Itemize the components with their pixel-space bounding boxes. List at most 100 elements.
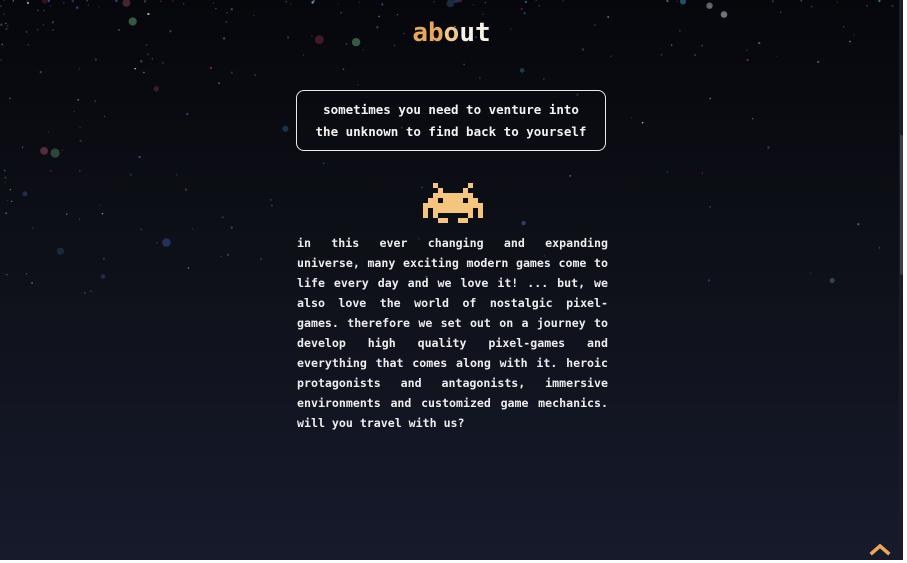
star <box>701 172 703 174</box>
scrollbar-thumb[interactable] <box>900 135 903 275</box>
star <box>115 0 118 2</box>
star <box>4 169 6 172</box>
star <box>144 0 147 3</box>
star <box>666 171 669 173</box>
star <box>9 97 11 99</box>
star <box>218 82 220 84</box>
star <box>282 125 289 132</box>
star <box>641 122 644 124</box>
star <box>215 7 217 10</box>
star <box>230 8 233 11</box>
star <box>463 63 465 65</box>
star <box>302 54 305 56</box>
star <box>253 15 255 17</box>
star <box>26 273 28 275</box>
star <box>660 54 663 56</box>
star <box>86 0 88 2</box>
star <box>156 242 158 244</box>
star <box>543 78 545 80</box>
star <box>138 156 141 159</box>
star <box>680 0 686 5</box>
star <box>140 60 143 63</box>
star <box>230 71 233 74</box>
star <box>209 66 212 69</box>
star <box>271 204 273 207</box>
star <box>4 181 6 183</box>
star <box>720 11 728 18</box>
star <box>817 60 820 63</box>
star <box>12 0 14 2</box>
star <box>162 238 171 247</box>
star <box>31 282 33 284</box>
star <box>396 14 399 16</box>
star <box>709 97 711 100</box>
star <box>340 11 342 14</box>
star <box>78 68 80 70</box>
star <box>78 218 81 220</box>
star <box>84 292 86 294</box>
star <box>76 6 79 9</box>
star <box>21 146 24 148</box>
star <box>378 15 380 18</box>
star <box>780 11 782 13</box>
star <box>122 0 131 7</box>
back-to-top-button[interactable] <box>869 541 891 557</box>
star <box>524 1 527 3</box>
star <box>3 13 5 15</box>
star <box>102 257 105 260</box>
star <box>285 0 287 3</box>
star <box>87 4 89 6</box>
star <box>172 0 174 2</box>
star <box>37 9 39 11</box>
star <box>479 77 481 79</box>
star <box>27 2 29 4</box>
star <box>746 49 748 51</box>
star <box>47 0 50 2</box>
star <box>6 199 9 201</box>
star <box>666 0 669 3</box>
star <box>40 147 48 155</box>
star <box>836 1 839 3</box>
star <box>73 111 75 113</box>
star <box>101 213 104 215</box>
star <box>519 68 525 73</box>
star <box>77 99 79 101</box>
star <box>79 127 81 129</box>
star <box>32 227 34 229</box>
star <box>482 13 484 15</box>
star <box>94 58 97 61</box>
star <box>337 3 339 5</box>
space-invader-icon <box>423 183 483 223</box>
star <box>538 5 540 7</box>
star <box>323 162 325 164</box>
star <box>129 173 132 176</box>
star <box>433 1 435 3</box>
scrollbar-track[interactable] <box>899 0 903 560</box>
star <box>270 199 272 201</box>
star <box>312 0 315 2</box>
star <box>227 253 230 256</box>
star <box>676 0 678 3</box>
star <box>11 200 13 202</box>
star <box>79 139 82 142</box>
star <box>212 2 215 4</box>
star <box>6 273 8 276</box>
star <box>891 4 894 7</box>
star <box>56 247 64 255</box>
star <box>140 228 142 231</box>
star <box>569 175 571 177</box>
star <box>98 6 100 8</box>
star <box>362 49 364 51</box>
star <box>191 228 193 230</box>
star <box>39 71 42 74</box>
star <box>746 59 749 62</box>
star <box>147 53 149 56</box>
star <box>260 258 262 260</box>
quote-line-1: sometimes you need to venture into <box>323 101 579 117</box>
star <box>866 5 868 7</box>
star <box>94 100 96 102</box>
star <box>484 1 486 4</box>
star <box>161 61 164 64</box>
star <box>630 117 633 119</box>
star <box>22 191 28 197</box>
